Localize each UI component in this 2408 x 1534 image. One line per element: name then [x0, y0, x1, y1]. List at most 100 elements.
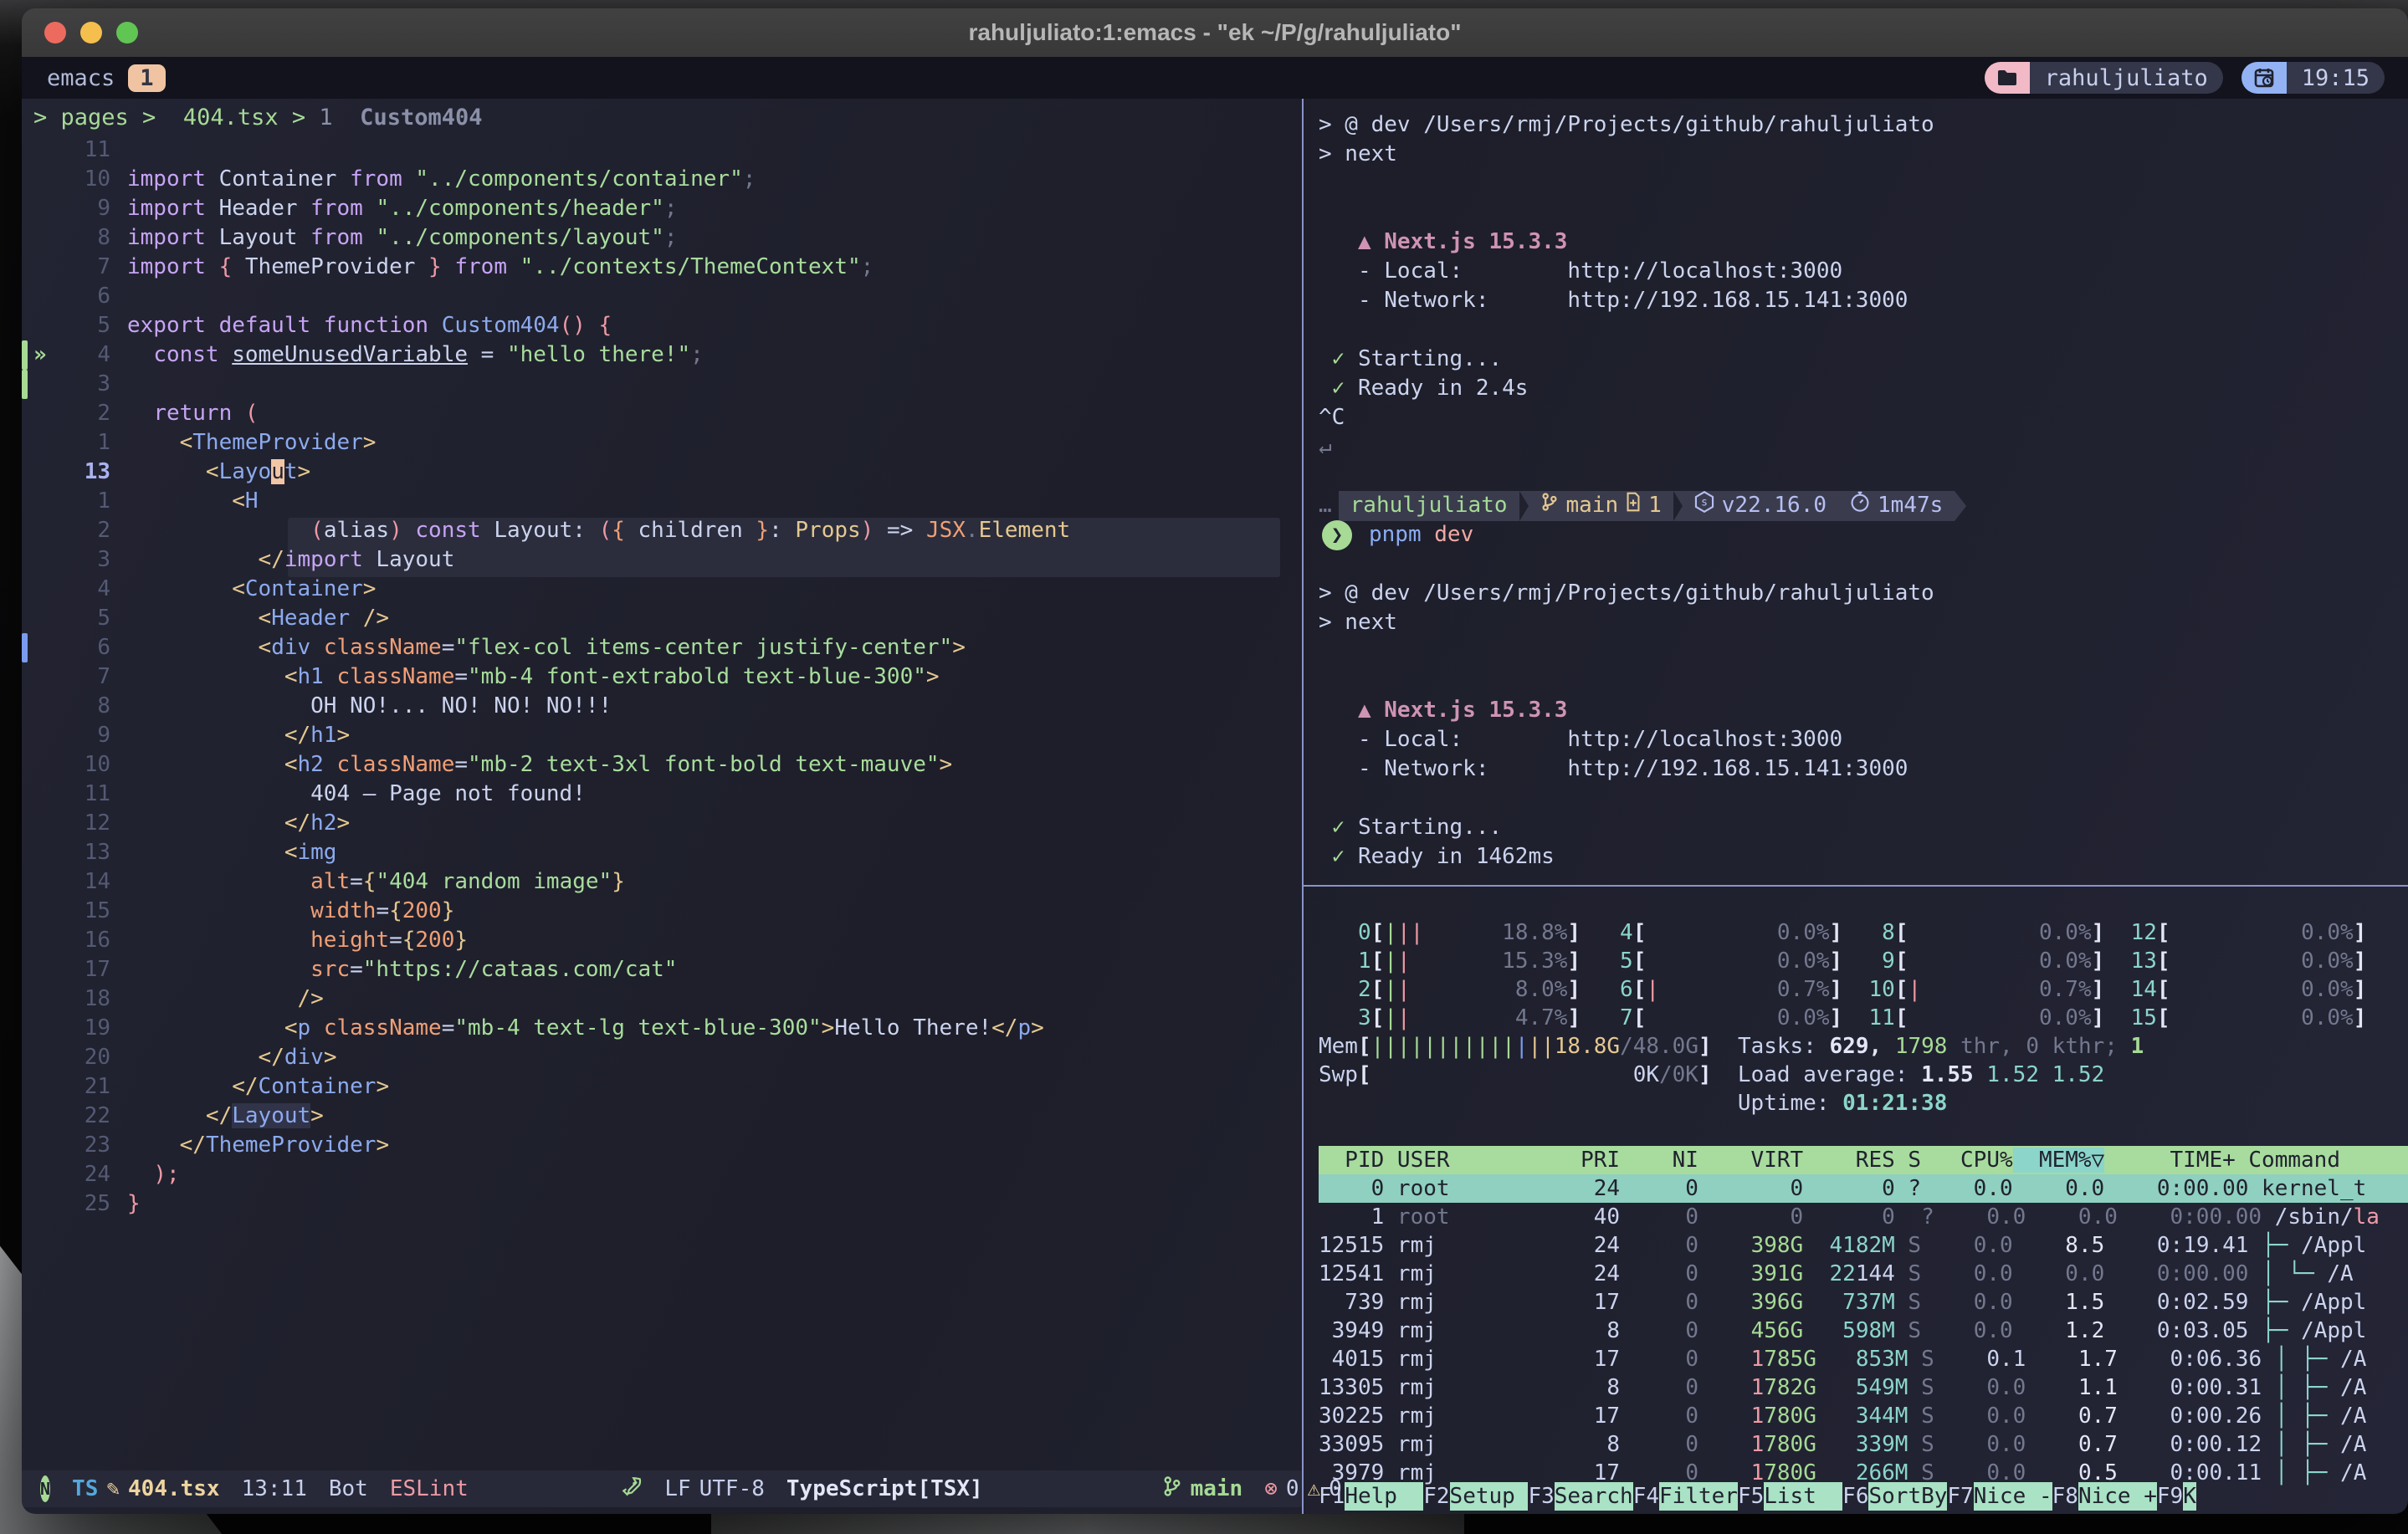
htop-row: Uptime: 01:21:38	[1319, 1089, 2408, 1117]
fkey-label-F4[interactable]: Filter	[1659, 1482, 1738, 1511]
code-line: 8 OH NO!... NO! NO! NO!!!	[22, 692, 1302, 721]
cursor-position: 13:11	[242, 1476, 307, 1501]
terminal-line	[1319, 462, 2408, 491]
htop-row: 2[|| 8.0%] 6[| 0.7%] 10[| 0.7%] 14[ 0.0%…	[1319, 975, 2408, 1004]
zoom-button[interactable]	[116, 22, 138, 43]
line-number: 20	[57, 1043, 127, 1072]
code-line: 3	[22, 370, 1302, 399]
gutter	[33, 487, 57, 516]
fkey-label-F5[interactable]: List	[1764, 1482, 1842, 1511]
shell-output: > @ dev /Users/rmj/Projects/github/rahul…	[1304, 99, 2408, 885]
fkey-label-F1[interactable]: Help	[1345, 1482, 1423, 1511]
gutter	[33, 662, 57, 692]
terminal-line: ✓ Ready in 1462ms	[1319, 842, 2408, 872]
fkey-F7[interactable]: F7	[1947, 1482, 1973, 1511]
code-editor[interactable]: 1110import Container from "../components…	[22, 136, 1302, 1514]
htop-row: 1[|| 15.3%] 5[ 0.0%] 9[ 0.0%] 13[ 0.0%]	[1319, 947, 2408, 975]
line-number: 14	[57, 867, 127, 897]
terminal-pane[interactable]: > @ dev /Users/rmj/Projects/github/rahul…	[1304, 99, 2408, 1514]
fkey-F1[interactable]: F1	[1319, 1482, 1345, 1511]
desktop: { "palette":{ "wt":"#cbd3ee","wtb":"#e2e…	[0, 0, 2408, 1534]
gutter-marker-icon: »	[33, 340, 57, 370]
htop-row: 30225 rmj 17 0 1780G 344M S 0.0 0.7 0:00…	[1319, 1402, 2408, 1430]
linter-name[interactable]: ESLint	[390, 1476, 469, 1501]
prompt-char: ❯	[1322, 520, 1352, 550]
code-line: 21 </Container>	[22, 1072, 1302, 1102]
fkey-label-F8[interactable]: Nice +	[2078, 1482, 2157, 1511]
file-modified-icon: ✎	[106, 1476, 120, 1501]
code-line: 9import Header from "../components/heade…	[22, 194, 1302, 223]
gutter	[33, 1102, 57, 1131]
fkey-F9[interactable]: F9	[2157, 1482, 2183, 1511]
code-line: 17 src="https://cataas.com/cat"	[22, 955, 1302, 984]
line-number: 1	[57, 487, 127, 516]
htop-row: Swp[ 0K/0K] Load average: 1.55 1.52 1.52	[1319, 1061, 2408, 1089]
gutter	[33, 399, 57, 428]
line-number: 13	[57, 838, 127, 867]
prompt-user: rahuljuliato	[1350, 491, 1508, 520]
timer-icon	[1850, 491, 1870, 521]
fkey-F4[interactable]: F4	[1633, 1482, 1659, 1511]
line-number: 3	[57, 370, 127, 399]
gutter	[33, 780, 57, 809]
gutter	[33, 165, 57, 194]
shell-input-line[interactable]: ❯ pnpm dev	[1319, 520, 2408, 550]
htop-row: 33095 rmj 8 0 1780G 339M S 0.0 0.7 0:00.…	[1319, 1430, 2408, 1459]
changed-files-icon	[1626, 491, 1641, 520]
code-line: 7import { ThemeProvider } from "../conte…	[22, 253, 1302, 282]
htop-row: 1 root 40 0 0 0 ? 0.0 0.0 0:00.00 /sbin/…	[1319, 1203, 2408, 1231]
fkey-F5[interactable]: F5	[1738, 1482, 1764, 1511]
gutter	[33, 926, 57, 955]
htop-row: 13305 rmj 8 0 1782G 549M S 0.0 1.1 0:00.…	[1319, 1373, 2408, 1402]
prompt-changes: 1	[1648, 491, 1662, 520]
fkey-label-F9[interactable]: K	[2183, 1482, 2196, 1511]
emacs-pane[interactable]: > pages > 404.tsx > 1 Custom404 1110impo…	[22, 99, 1302, 1514]
scroll-position: Bot	[329, 1476, 368, 1501]
session-pill: rahuljuliato	[1985, 62, 2223, 94]
gutter	[33, 1160, 57, 1189]
htop-row: 3949 rmj 8 0 456G 598M S 0.0 1.2 0:03.05…	[1319, 1317, 2408, 1345]
fkey-label-F2[interactable]: Setup	[1450, 1482, 1529, 1511]
fkey-F3[interactable]: F3	[1528, 1482, 1554, 1511]
htop-table-header[interactable]: PID USER PRI NI VIRT RES S CPU% MEM%▽ TI…	[1319, 1146, 2408, 1174]
line-number: 7	[57, 662, 127, 692]
tmux-status-bar: emacs 1 rahuljuliato 19:15	[22, 57, 2408, 99]
gutter	[33, 809, 57, 838]
branch-name[interactable]: main	[1191, 1476, 1243, 1501]
svg-text:s: s	[1701, 496, 1708, 509]
code-line: 2 return (	[22, 399, 1302, 428]
clock-time: 19:15	[2287, 62, 2385, 94]
major-mode[interactable]: TypeScript[TSX]	[786, 1476, 983, 1501]
evil-state-badge: N	[40, 1475, 50, 1502]
session-name: rahuljuliato	[2030, 62, 2223, 94]
tab-badge: 1	[128, 64, 165, 92]
fkey-label-F6[interactable]: SortBy	[1868, 1482, 1947, 1511]
nodejs-icon: s	[1694, 491, 1714, 521]
code-line: 6	[22, 282, 1302, 311]
titlebar[interactable]: rahuljuliato:1:emacs - "ek ~/P/g/rahulju…	[22, 8, 2408, 57]
fkey-F2[interactable]: F2	[1423, 1482, 1449, 1511]
terminal-line: ↵	[1319, 432, 2408, 462]
fkey-label-F7[interactable]: Nice -	[1974, 1482, 2052, 1511]
close-button[interactable]	[44, 22, 66, 43]
code-line: 2 (alias) const Layout: ({ children }: P…	[22, 516, 1302, 545]
line-number: 2	[57, 516, 127, 545]
htop-selected-row: 0 root 24 0 0 0 ? 0.0 0.0 0:00.00 kernel…	[1319, 1174, 2408, 1203]
fkey-F6[interactable]: F6	[1842, 1482, 1868, 1511]
folder-icon	[1985, 62, 2030, 94]
htop-function-bar: F1Help F2Setup F3SearchF4FilterF5List F6…	[1319, 1482, 2408, 1511]
terminal-line: > next	[1319, 608, 2408, 637]
minimize-button[interactable]	[80, 22, 102, 43]
tab-emacs[interactable]: emacs 1	[47, 64, 166, 92]
gutter	[33, 458, 57, 487]
errors-count: 0	[1286, 1476, 1299, 1501]
code-line: 12 </h2>	[22, 809, 1302, 838]
code-line: 22 </Layout>	[22, 1102, 1302, 1131]
terminal-window: rahuljuliato:1:emacs - "ek ~/P/g/rahulju…	[22, 8, 2408, 1514]
terminal-line: - Local: http://localhost:3000	[1319, 257, 2408, 286]
fkey-label-F3[interactable]: Search	[1555, 1482, 1633, 1511]
file-name[interactable]: 404.tsx	[128, 1476, 220, 1501]
eol-indicator: LF	[664, 1476, 690, 1501]
prompt-branch: main	[1566, 491, 1619, 520]
fkey-F8[interactable]: F8	[2052, 1482, 2078, 1511]
